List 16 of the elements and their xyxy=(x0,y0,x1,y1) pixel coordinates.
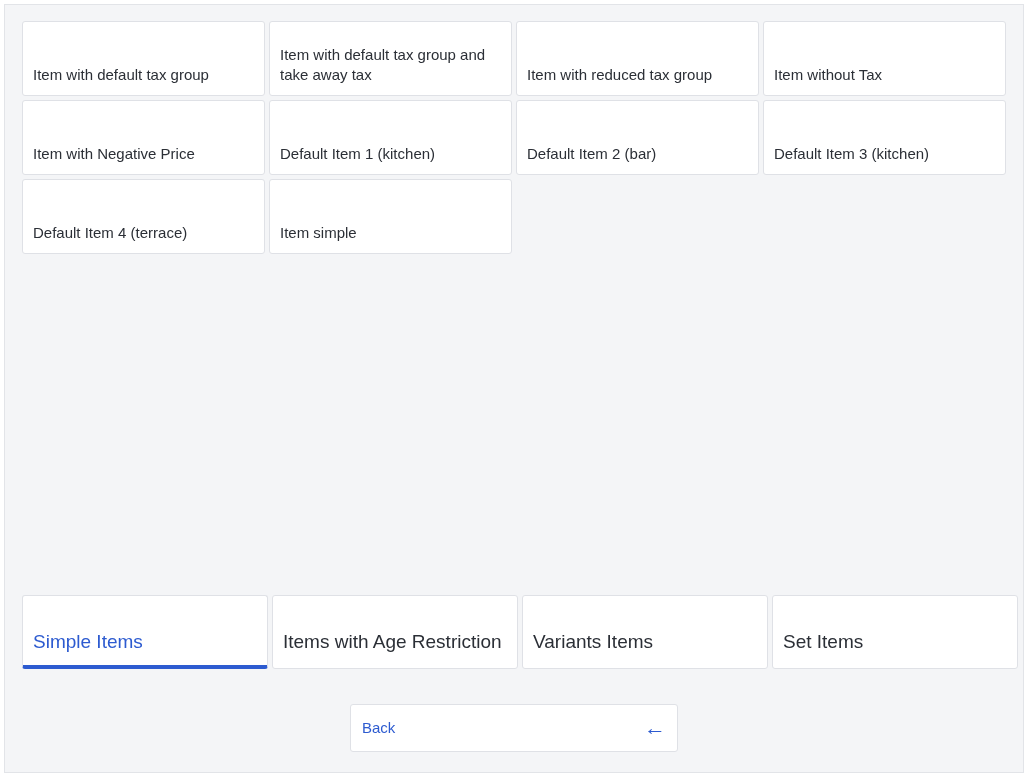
item-tile[interactable]: Default Item 1 (kitchen) xyxy=(269,100,512,175)
item-tile[interactable]: Item with reduced tax group xyxy=(516,21,759,96)
item-tile[interactable]: Default Item 4 (terrace) xyxy=(22,179,265,254)
item-tile[interactable]: Default Item 3 (kitchen) xyxy=(763,100,1006,175)
item-tile[interactable]: Item simple xyxy=(269,179,512,254)
item-tile[interactable]: Item with default tax group and take away tax xyxy=(269,21,512,96)
back-arrow-icon: ← xyxy=(644,717,666,739)
item-tile[interactable]: Item with Negative Price xyxy=(22,100,265,175)
item-tile[interactable]: Item with default tax group xyxy=(22,21,265,96)
item-tile[interactable]: Item without Tax xyxy=(763,21,1006,96)
category-tab[interactable]: Items with Age Restriction xyxy=(272,595,518,669)
back-button[interactable]: Back ← xyxy=(350,704,678,752)
category-tab[interactable]: Variants Items xyxy=(522,595,768,669)
category-tab[interactable]: Set Items xyxy=(772,595,1018,669)
item-tile[interactable]: Default Item 2 (bar) xyxy=(516,100,759,175)
category-tab[interactable]: Simple Items xyxy=(22,595,268,669)
